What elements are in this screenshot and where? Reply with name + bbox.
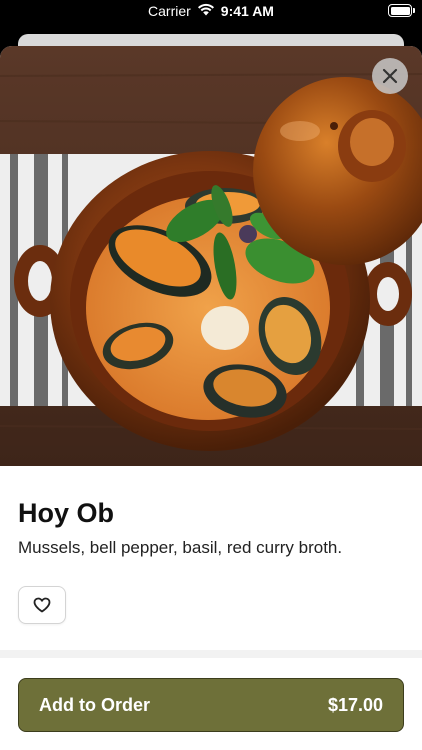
carrier-label: Carrier	[148, 3, 191, 19]
heart-outline-icon	[33, 597, 51, 613]
close-icon	[382, 68, 398, 84]
app-screen: Carrier 9:41 AM Hoy Ob Mussels, bell pep…	[0, 0, 422, 750]
item-detail-sheet: Hoy Ob Mussels, bell pepper, basil, red …	[0, 46, 422, 750]
item-price: $17.00	[327, 694, 383, 715]
dish-photo	[0, 46, 422, 466]
wifi-icon	[197, 3, 215, 19]
item-title: Hoy Ob	[18, 498, 115, 528]
status-bar: Carrier 9:41 AM	[0, 0, 422, 24]
section-divider	[0, 650, 422, 658]
favorite-button[interactable]	[18, 586, 66, 624]
status-time: 9:41 AM	[220, 3, 274, 19]
add-to-order-label: Add to Order	[39, 694, 150, 715]
battery-icon	[388, 4, 415, 17]
item-description: Mussels, bell pepper, basil, red curry b…	[18, 538, 343, 557]
close-button[interactable]	[372, 58, 408, 94]
add-to-order-button[interactable]: Add to Order $17.00	[18, 678, 404, 732]
